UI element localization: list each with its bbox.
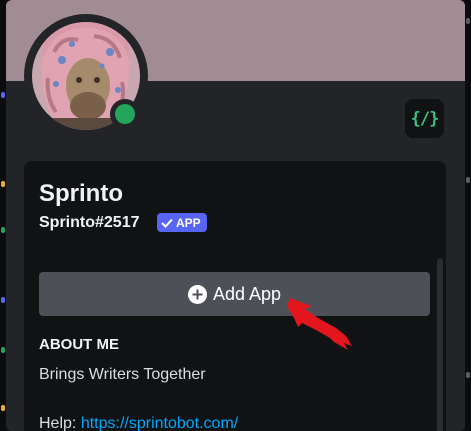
about-me-text: Brings Writers Together xyxy=(39,366,206,383)
add-app-label: Add App xyxy=(212,283,282,304)
profile-popout: {/} Sprinto Sprinto#2517 APP Add App ABO… xyxy=(6,0,465,431)
app-badge-label: APP xyxy=(176,215,201,230)
help-label: Help: xyxy=(39,415,77,431)
add-app-button[interactable]: Add App xyxy=(39,272,430,316)
about-me-title: ABOUT ME xyxy=(39,336,119,353)
app-badge: APP xyxy=(157,213,207,232)
online-status-icon xyxy=(115,104,135,124)
username: Sprinto#2517 xyxy=(39,214,140,231)
plus-circle-icon xyxy=(187,284,207,304)
scrollbar-thumb[interactable] xyxy=(437,259,443,431)
help-link[interactable]: https://sprintobot.com/ xyxy=(81,415,238,431)
code-brackets-icon[interactable]: {/} xyxy=(405,99,444,138)
display-name: Sprinto xyxy=(39,180,123,207)
right-edge-background xyxy=(465,0,471,431)
verified-check-icon xyxy=(161,218,173,228)
annotation-arrow-icon xyxy=(287,298,352,350)
profile-body: Sprinto Sprinto#2517 APP Add App ABOUT M… xyxy=(24,161,446,431)
help-line: Help: https://sprintobot.com/ xyxy=(39,415,238,431)
